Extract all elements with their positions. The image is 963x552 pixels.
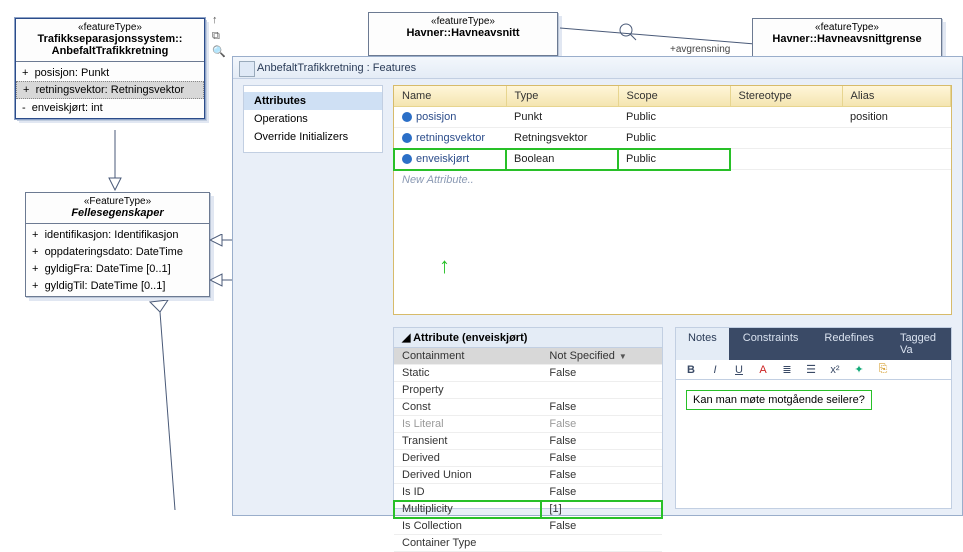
property-row[interactable]: Multiplicity[1]: [394, 501, 662, 518]
generalization-arrow: [105, 130, 125, 192]
col-name[interactable]: Name: [394, 86, 506, 107]
tab-constraints[interactable]: Constraints: [731, 328, 811, 360]
tab-notes[interactable]: Notes: [676, 328, 729, 360]
notes-toolbar: B I U A ≣ ☰ x² ✦ ⎘: [676, 360, 951, 380]
list-numbered-icon[interactable]: ≣: [778, 363, 796, 376]
list-bullet-icon[interactable]: ☰: [802, 363, 820, 376]
dropdown-icon[interactable]: ▼: [619, 352, 627, 361]
category-nav: Attributes Operations Override Initializ…: [243, 85, 383, 153]
uml-class-havneavsnitt[interactable]: «featureType» Havner::Havneavsnitt: [368, 12, 558, 56]
class-title: Fellesegenskaper: [30, 207, 205, 219]
property-row[interactable]: Is IDFalse: [394, 484, 662, 501]
property-row[interactable]: Container Type: [394, 535, 662, 552]
search-icon[interactable]: 🔍: [212, 46, 226, 59]
attribute-properties[interactable]: ◢ Attribute (enveiskjørt) ContainmentNot…: [393, 327, 663, 509]
nav-operations[interactable]: Operations: [244, 110, 382, 128]
property-row[interactable]: DerivedFalse: [394, 450, 662, 467]
property-row[interactable]: TransientFalse: [394, 433, 662, 450]
notes-text[interactable]: Kan man møte motgående seilere?: [686, 390, 872, 410]
stereotype-label: «featureType»: [20, 22, 200, 33]
stereotype-label: «featureType»: [373, 16, 553, 27]
annotation-arrow-icon: ↑: [439, 253, 450, 279]
features-dialog[interactable]: AnbefaltTrafikkretning : Features Attrib…: [232, 56, 963, 516]
col-type[interactable]: Type: [506, 86, 618, 107]
uml-class-havneavsnittgrense[interactable]: «featureType» Havner::Havneavsnittgrense: [752, 18, 942, 58]
attr-row[interactable]: + gyldigFra: DateTime [0..1]: [26, 260, 209, 277]
grid-row-highlighted[interactable]: enveiskjørt Boolean Public: [394, 149, 951, 170]
tab-redefines[interactable]: Redefines: [812, 328, 886, 360]
col-scope[interactable]: Scope: [618, 86, 730, 107]
property-row[interactable]: Is LiteralFalse: [394, 416, 662, 433]
realization-arrow: [120, 300, 180, 510]
stereotype-label: «FeatureType»: [30, 196, 205, 207]
attr-row[interactable]: + gyldigTil: DateTime [0..1]: [26, 277, 209, 294]
col-alias[interactable]: Alias: [842, 86, 951, 107]
nav-override-initializers[interactable]: Override Initializers: [244, 128, 382, 146]
attr-row[interactable]: + oppdateringsdato: DateTime: [26, 243, 209, 260]
attr-row[interactable]: + posisjon: Punkt: [16, 64, 204, 81]
font-color-button[interactable]: A: [754, 364, 772, 376]
grid-row[interactable]: retningsvektor Retningsvektor Public: [394, 128, 951, 149]
notes-panel[interactable]: Notes Constraints Redefines Tagged Va B …: [675, 327, 952, 509]
uml-class-anbefalttrafikkretning[interactable]: «featureType» Trafikkseparasjonssystem::…: [15, 18, 205, 119]
properties-title: ◢ Attribute (enveiskjørt): [394, 328, 662, 348]
attr-row-selected[interactable]: + retningsvektor: Retningsvektor: [16, 81, 204, 99]
link-icon[interactable]: ⎘: [874, 363, 892, 376]
attr-compartment: + identifikasjon: Identifikasjon + oppda…: [26, 224, 209, 296]
property-row[interactable]: StaticFalse: [394, 365, 662, 382]
grid-row[interactable]: posisjon Punkt Public position: [394, 107, 951, 128]
tab-tagged-values[interactable]: Tagged Va: [888, 328, 951, 360]
attr-row[interactable]: - enveiskjørt: int: [16, 99, 204, 116]
uml-class-fellesegenskaper[interactable]: «FeatureType» Fellesegenskaper + identif…: [25, 192, 210, 297]
nav-attributes[interactable]: Attributes: [244, 92, 382, 110]
dialog-title[interactable]: AnbefaltTrafikkretning : Features: [233, 57, 962, 79]
arrow-up-icon[interactable]: ↑: [212, 14, 226, 27]
insert-icon[interactable]: ✦: [850, 363, 868, 376]
class-title: Havner::Havneavsnitt: [373, 27, 553, 39]
superscript-button[interactable]: x²: [826, 364, 844, 376]
attr-compartment: + posisjon: Punkt + retningsvektor: Retn…: [16, 62, 204, 118]
search-icon[interactable]: [618, 22, 638, 58]
bold-button[interactable]: B: [682, 364, 700, 376]
col-stereotype[interactable]: Stereotype: [730, 86, 842, 107]
association-role-label: +avgrensning: [670, 44, 730, 55]
tab-bar: Notes Constraints Redefines Tagged Va: [676, 328, 951, 360]
stereotype-label: «featureType»: [757, 22, 937, 33]
class-title: Havner::Havneavsnittgrense: [757, 33, 937, 45]
class-title: Trafikkseparasjonssystem:: AnbefaltTrafi…: [20, 33, 200, 57]
property-row[interactable]: Derived UnionFalse: [394, 467, 662, 484]
grid-header-row: Name Type Scope Stereotype Alias: [394, 86, 951, 107]
attr-row[interactable]: + identifikasjon: Identifikasjon: [26, 226, 209, 243]
attribute-icon: [402, 154, 412, 164]
attribute-icon: [402, 112, 412, 122]
property-row[interactable]: Is CollectionFalse: [394, 518, 662, 535]
notes-editor[interactable]: Kan man møte motgående seilere?: [676, 380, 951, 420]
uml-canvas[interactable]: «featureType» Trafikkseparasjonssystem::…: [0, 0, 963, 516]
new-attribute-placeholder[interactable]: New Attribute..: [394, 170, 951, 190]
link-icon[interactable]: ⧉: [212, 30, 226, 43]
italic-button[interactable]: I: [706, 364, 724, 376]
property-row[interactable]: ContainmentNot Specified▼: [394, 348, 662, 365]
attribute-icon: [402, 133, 412, 143]
underline-button[interactable]: U: [730, 364, 748, 376]
property-row[interactable]: Property: [394, 382, 662, 399]
property-row[interactable]: ConstFalse: [394, 399, 662, 416]
attributes-grid[interactable]: Name Type Scope Stereotype Alias posisjo…: [393, 85, 952, 315]
diagram-quick-tools[interactable]: ↑ ⧉ 🔍: [212, 14, 226, 59]
